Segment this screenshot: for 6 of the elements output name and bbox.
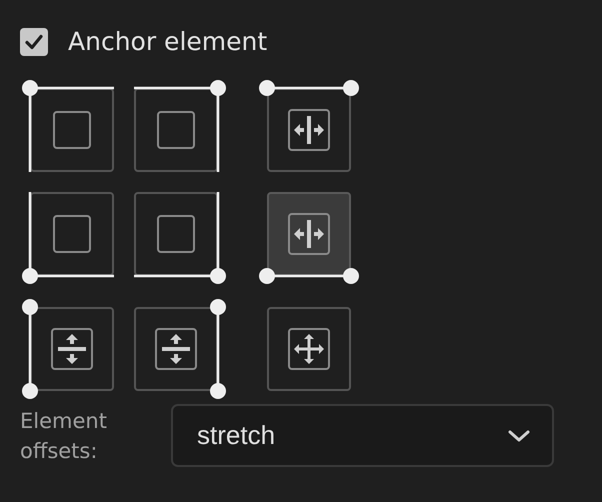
checkbox[interactable]: [20, 28, 48, 56]
checkmark-icon: [24, 32, 44, 52]
offsets-dropdown[interactable]: stretch: [171, 404, 554, 467]
checkbox-label: Anchor element: [68, 28, 268, 56]
chevron-down-icon: [508, 428, 530, 442]
offsets-label: Element offsets:: [20, 408, 108, 464]
